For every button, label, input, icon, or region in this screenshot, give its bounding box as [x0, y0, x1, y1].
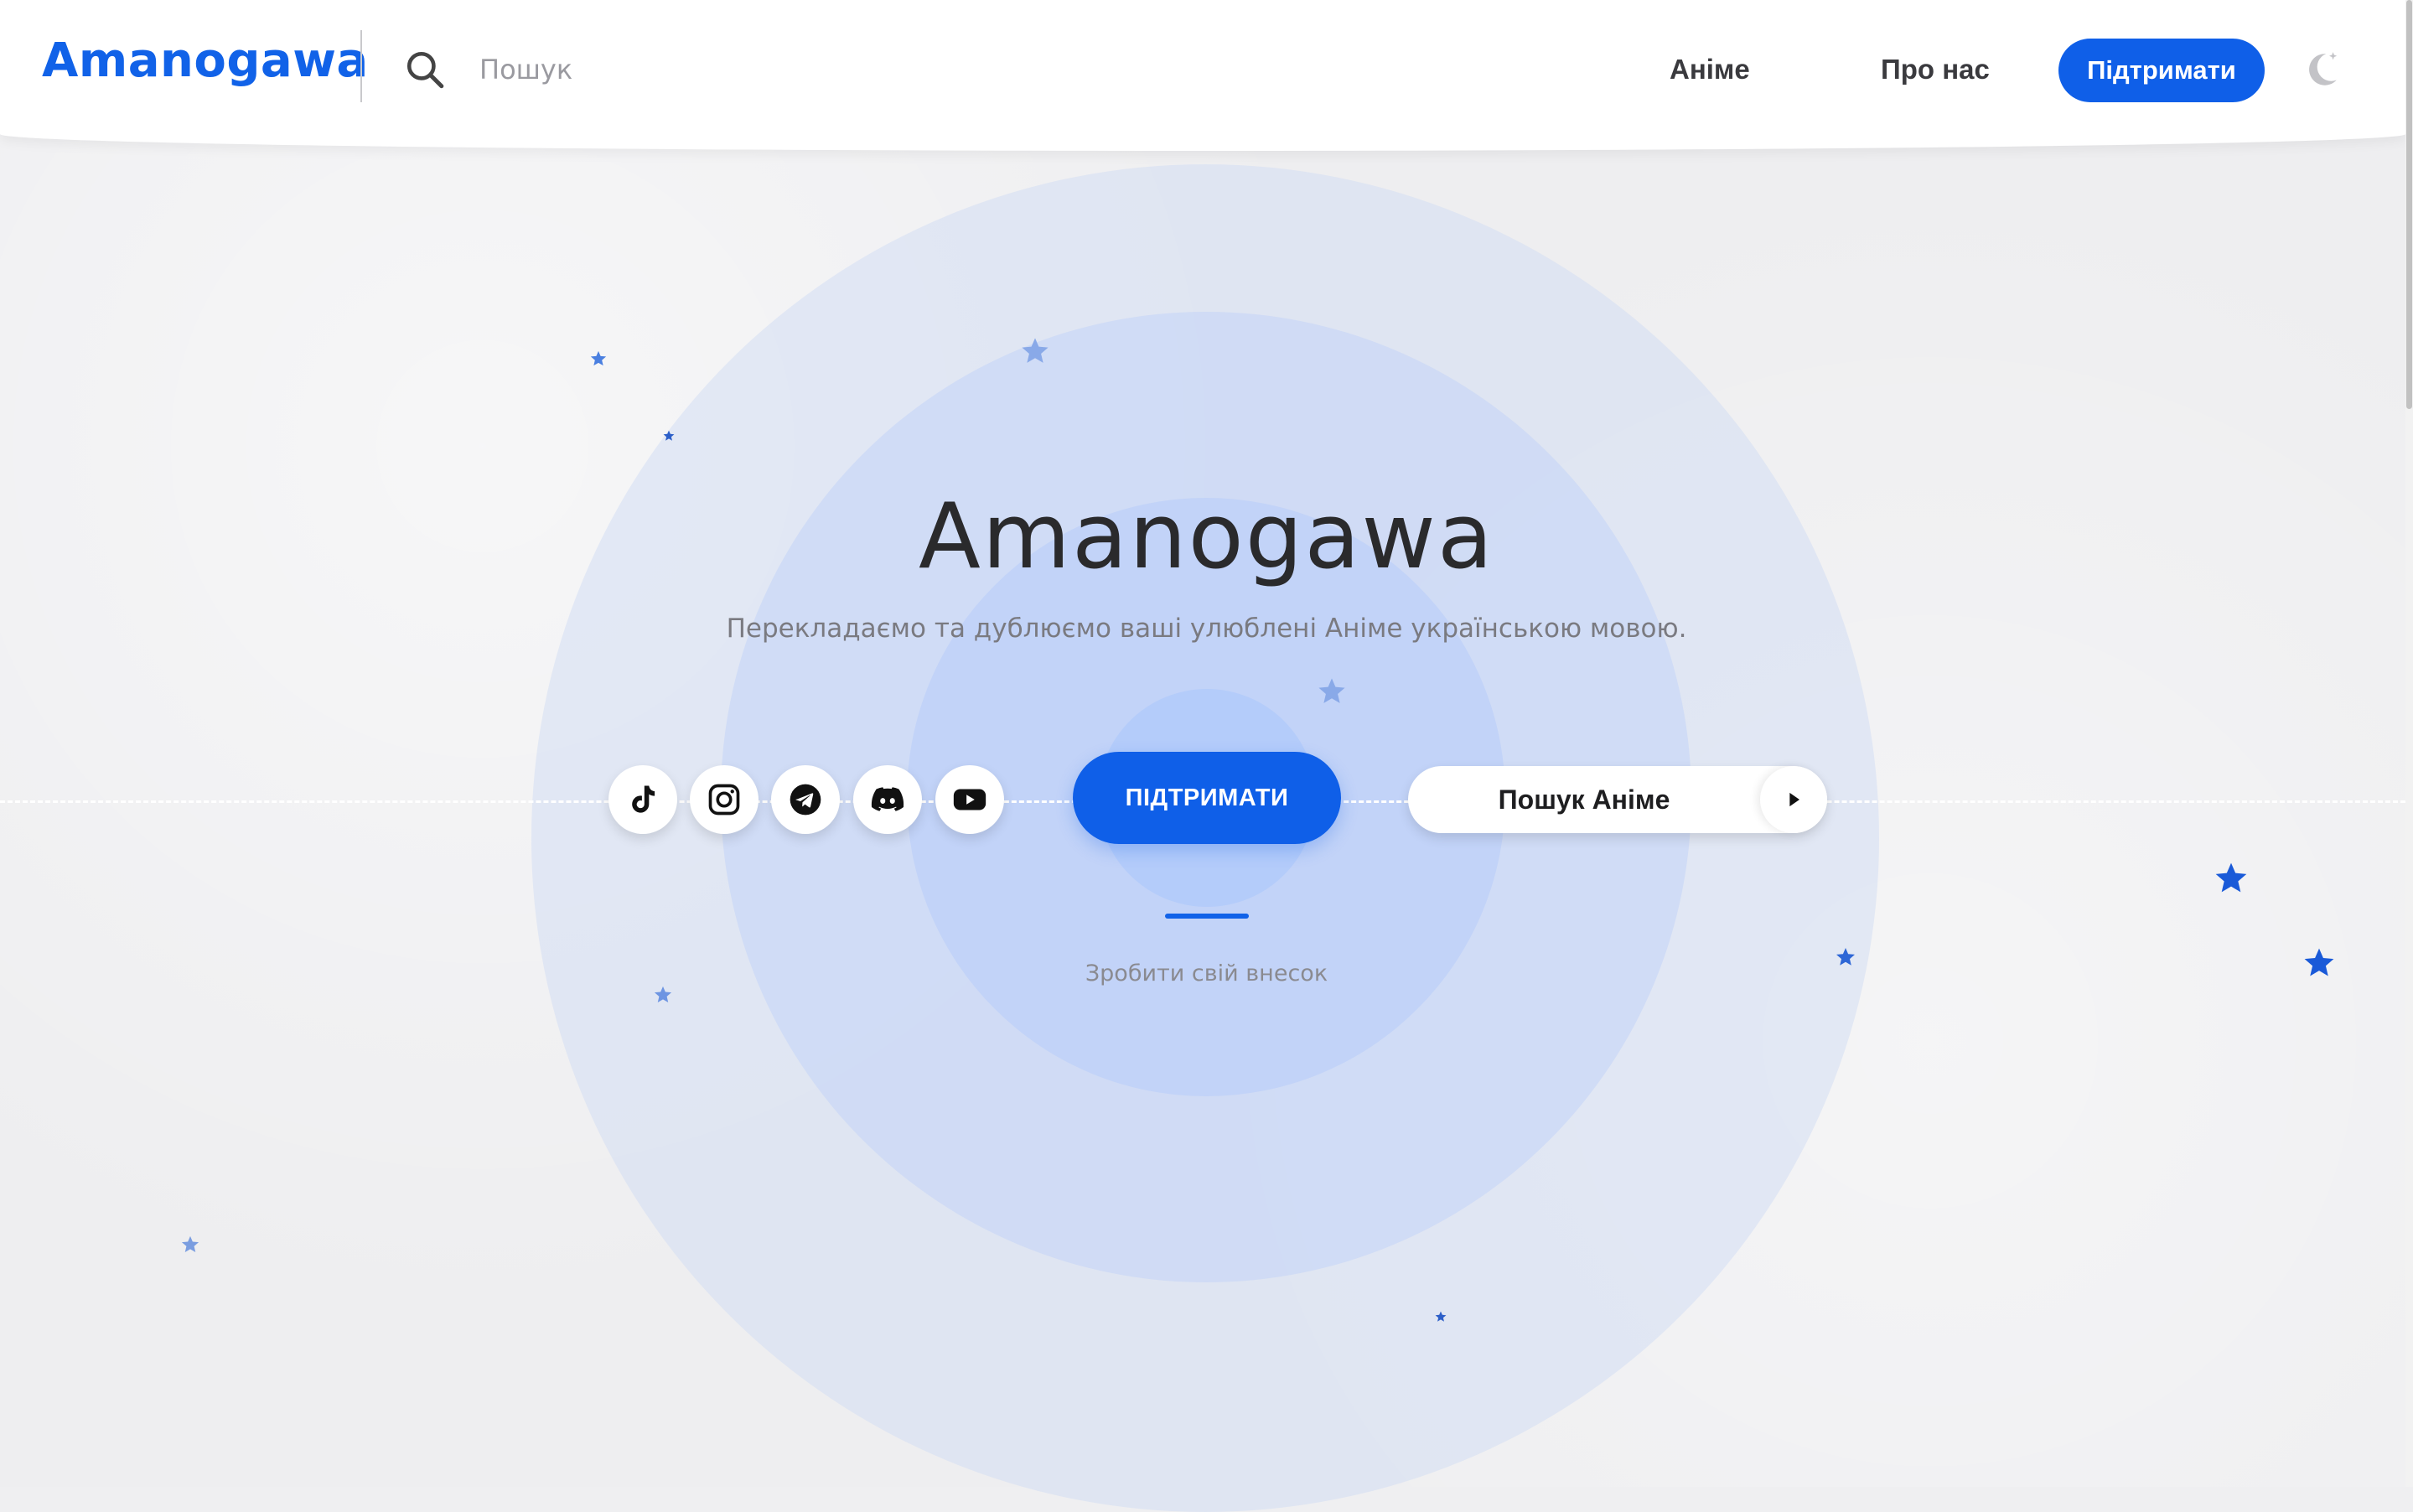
- tiktok-button[interactable]: [608, 765, 677, 834]
- hero-support-button[interactable]: ПІДТРИМАТИ: [1073, 752, 1341, 844]
- header-divider: [360, 30, 362, 102]
- anime-search-arrow[interactable]: [1760, 766, 1827, 833]
- cta-underline: [1165, 914, 1249, 919]
- hero-subtitle: Перекладаємо та дублюємо ваші улюблені А…: [726, 614, 1687, 644]
- star-icon: [590, 350, 607, 366]
- hero-title: Amanogawa: [918, 484, 1495, 589]
- anime-search-label: Пошук Аніме: [1498, 784, 1670, 815]
- star-icon: [654, 986, 672, 1002]
- cta-caption: Зробити свій внесок: [1085, 961, 1328, 986]
- tiktok-icon: [632, 785, 655, 813]
- search-input[interactable]: [478, 44, 1068, 96]
- moon-icon[interactable]: [2300, 49, 2342, 91]
- nav-anime-link[interactable]: Аніме: [1670, 54, 1750, 85]
- nav-about-link[interactable]: Про нас: [1881, 54, 1990, 85]
- discord-icon: [871, 787, 904, 811]
- star-icon: [1022, 338, 1049, 363]
- instagram-button[interactable]: [690, 765, 759, 834]
- instagram-icon: [708, 784, 740, 816]
- telegram-button[interactable]: [771, 765, 840, 834]
- top-header: Amanogawa Аніме Про нас Підтримати: [0, 0, 2405, 151]
- support-button[interactable]: Підтримати: [2058, 39, 2265, 102]
- star-icon: [181, 1235, 199, 1252]
- telegram-icon: [790, 784, 821, 816]
- youtube-icon: [953, 789, 986, 810]
- star-icon: [1318, 678, 1345, 703]
- anime-search-button[interactable]: Пошук Аніме: [1408, 766, 1827, 833]
- search-icon[interactable]: [404, 49, 446, 91]
- discord-button[interactable]: [853, 765, 922, 834]
- play-arrow-icon: [1789, 792, 1799, 807]
- star-icon: [663, 430, 675, 441]
- star-icon: [1435, 1311, 1447, 1322]
- star-icon: [2215, 862, 2247, 893]
- scrollbar-thumb[interactable]: [2406, 0, 2412, 409]
- site-logo[interactable]: Amanogawa: [42, 34, 369, 88]
- youtube-button[interactable]: [935, 765, 1004, 834]
